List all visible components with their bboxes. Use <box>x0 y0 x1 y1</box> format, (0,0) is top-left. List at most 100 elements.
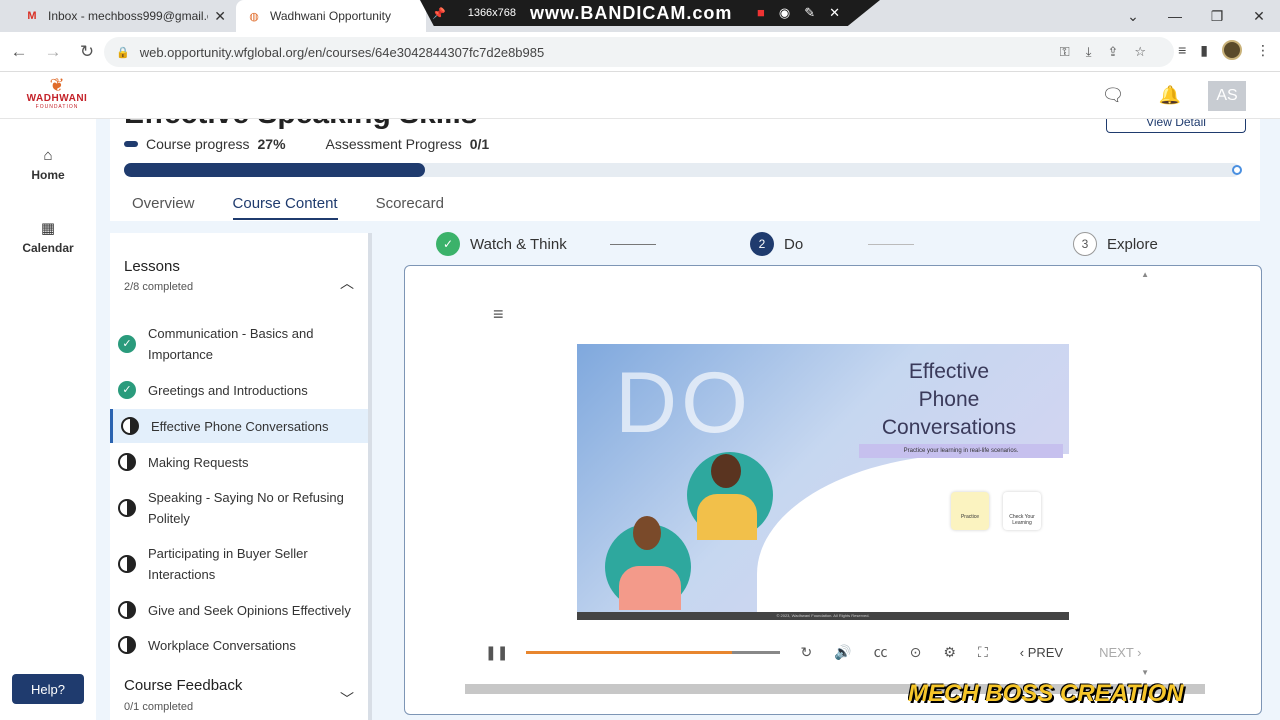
course-progress-fill <box>124 163 426 177</box>
chevron-up-icon[interactable]: ︿ <box>340 273 354 293</box>
tab-title: Wadhwani Opportunity <box>270 9 391 23</box>
captions-icon[interactable]: ㏄ <box>874 642 888 662</box>
chevron-down-icon[interactable]: ﹀ <box>340 689 354 709</box>
check-circle-icon: ✓ <box>118 335 136 353</box>
lesson-player: ≡ DO Effective Phone Conversations Pract… <box>404 265 1262 715</box>
next-button[interactable]: NEXT › <box>1099 645 1141 660</box>
fullscreen-icon[interactable]: ⛶ <box>978 644 988 661</box>
man-head <box>633 516 661 550</box>
logo-sub: FOUNDATION <box>35 104 79 110</box>
camera-icon[interactable]: ◉ <box>779 5 790 21</box>
next-label: NEXT <box>1099 644 1134 660</box>
install-icon[interactable]: ⤓ <box>1086 44 1092 60</box>
lock-icon[interactable]: 🔒 <box>116 46 130 59</box>
bell-icon[interactable]: 🔔 <box>1158 85 1182 109</box>
wadhwani-logo[interactable]: ❦ WADHWANI FOUNDATION <box>18 76 96 110</box>
slide-subtitle: Practice your learning in real-life scen… <box>859 444 1063 458</box>
playback-speed-icon[interactable]: ⊙ <box>910 644 922 661</box>
half-circle-icon <box>118 555 136 573</box>
hamburger-menu-icon[interactable]: ≡ <box>493 304 504 325</box>
progress-end-marker <box>1232 165 1242 175</box>
tab-wadhwani[interactable]: ◍ Wadhwani Opportunity <box>236 0 426 32</box>
lesson-item[interactable]: ✓ Communication - Basics and Importance <box>110 323 368 365</box>
step-number: 3 <box>1073 232 1097 256</box>
settings-icon[interactable]: ⚙ <box>943 644 956 661</box>
close-icon[interactable]: ✕ <box>829 5 840 21</box>
minimize-icon[interactable]: — <box>1154 8 1196 24</box>
step-do[interactable]: 2 Do <box>750 232 803 256</box>
omnibox-icons: ⚿ ⤓ ⇪ ☆ <box>1060 44 1146 60</box>
back-icon[interactable]: ← <box>4 42 34 62</box>
nav-home[interactable]: ⌂ Home <box>0 147 96 182</box>
step-watch-think[interactable]: ✓ Watch & Think <box>436 232 567 256</box>
lesson-item-active[interactable]: Effective Phone Conversations <box>110 409 368 443</box>
seek-bar[interactable] <box>526 650 781 654</box>
reload-icon[interactable]: ↻ <box>72 42 102 62</box>
lesson-item[interactable]: Speaking - Saying No or Refusing Politel… <box>110 487 368 529</box>
tab-course-content[interactable]: Course Content <box>232 195 338 220</box>
course-feedback-completed: 0/1 completed <box>124 701 194 713</box>
slide: DO Effective Phone Conversations Practic… <box>577 344 1069 620</box>
check-your-learning-button[interactable]: Check Your Learning <box>1003 492 1041 530</box>
course-feedback-header[interactable]: Course Feedback <box>124 677 242 694</box>
tab-overview[interactable]: Overview <box>132 195 195 220</box>
lesson-item[interactable]: Making Requests <box>110 451 368 473</box>
tab-gmail[interactable]: M Inbox - mechboss999@gmail.co ✕ <box>14 0 236 32</box>
lesson-item[interactable]: Participating in Buyer Seller Interactio… <box>110 543 368 585</box>
user-avatar[interactable]: AS <box>1208 81 1246 111</box>
url-text: web.opportunity.wfglobal.org/en/courses/… <box>139 44 545 60</box>
chevron-down-icon[interactable]: ⌄ <box>1112 8 1154 25</box>
man-body <box>619 566 681 610</box>
volume-icon[interactable]: 🔊 <box>834 644 851 661</box>
practice-button[interactable]: Practice <box>951 492 989 530</box>
course-progress-value: 27% <box>257 136 286 152</box>
half-circle-icon <box>118 636 136 654</box>
help-button[interactable]: Help? <box>12 674 84 704</box>
view-detail-button[interactable]: View Detail <box>1106 119 1246 133</box>
course-title: Effective Speaking Skills <box>124 119 477 131</box>
overlay-watermark: MECH BOSS CREATION <box>908 680 1184 707</box>
reading-list-icon[interactable]: ≡ <box>1178 42 1186 58</box>
profile-avatar[interactable] <box>1222 40 1242 60</box>
pause-icon[interactable]: ❚❚ <box>485 644 508 661</box>
nav-calendar[interactable]: ▦ Calendar <box>0 219 96 255</box>
scroll-up-icon[interactable]: ▲ <box>1141 270 1149 279</box>
url-bar[interactable]: 🔒 web.opportunity.wfglobal.org/en/course… <box>104 37 1174 67</box>
assessment-progress-label: Assessment Progress <box>325 136 462 152</box>
prev-button[interactable]: ‹ PREV <box>1020 645 1063 660</box>
nav-calendar-label: Calendar <box>22 241 74 255</box>
chat-icon[interactable]: 🗨 <box>1101 85 1125 109</box>
replay-icon[interactable]: ↻ <box>800 644 812 661</box>
lessons-header: Lessons <box>124 258 180 275</box>
key-icon[interactable]: ⚿ <box>1060 44 1070 60</box>
tab-scorecard[interactable]: Scorecard <box>376 195 444 220</box>
star-icon[interactable]: ☆ <box>1134 44 1146 60</box>
lesson-title: Making Requests <box>148 454 249 470</box>
lesson-title: Speaking - Saying No or Refusing Politel… <box>148 490 344 526</box>
side-panel-icon[interactable]: ▮ <box>1200 42 1208 59</box>
forward-icon[interactable]: → <box>38 42 68 62</box>
woman-body <box>697 494 757 540</box>
lesson-item[interactable]: ✓ Greetings and Introductions <box>110 379 368 401</box>
pencil-icon[interactable]: ✎ <box>804 5 815 21</box>
slide-footer: © 2023, Wadhwani Foundation. All Rights … <box>577 612 1069 620</box>
step-explore[interactable]: 3 Explore <box>1073 232 1158 256</box>
close-icon[interactable]: ✕ <box>1238 8 1280 25</box>
slide-title-line: Conversations <box>881 416 1017 439</box>
calendar-icon: ▦ <box>40 220 56 237</box>
share-icon[interactable]: ⇪ <box>1107 44 1118 60</box>
restore-icon[interactable]: ❐ <box>1196 8 1238 25</box>
lesson-item[interactable]: Give and Seek Opinions Effectively <box>110 599 368 621</box>
half-circle-icon <box>121 417 139 435</box>
menu-dots-icon[interactable]: ⋮ <box>1256 42 1270 59</box>
slide-do-text: DO <box>615 355 752 451</box>
scroll-down-icon[interactable]: ▼ <box>1141 668 1149 677</box>
half-circle-icon <box>118 453 136 471</box>
lesson-item[interactable]: Workplace Conversations <box>110 634 368 656</box>
record-icon[interactable]: ■ <box>757 5 765 21</box>
pin-icon[interactable]: 📌 <box>432 7 446 20</box>
close-icon[interactable]: ✕ <box>214 8 226 25</box>
window-controls: ⌄ — ❐ ✕ <box>1112 0 1280 32</box>
lesson-title: Communication - Basics and Importance <box>148 326 314 362</box>
check-icon: ✓ <box>436 232 460 256</box>
